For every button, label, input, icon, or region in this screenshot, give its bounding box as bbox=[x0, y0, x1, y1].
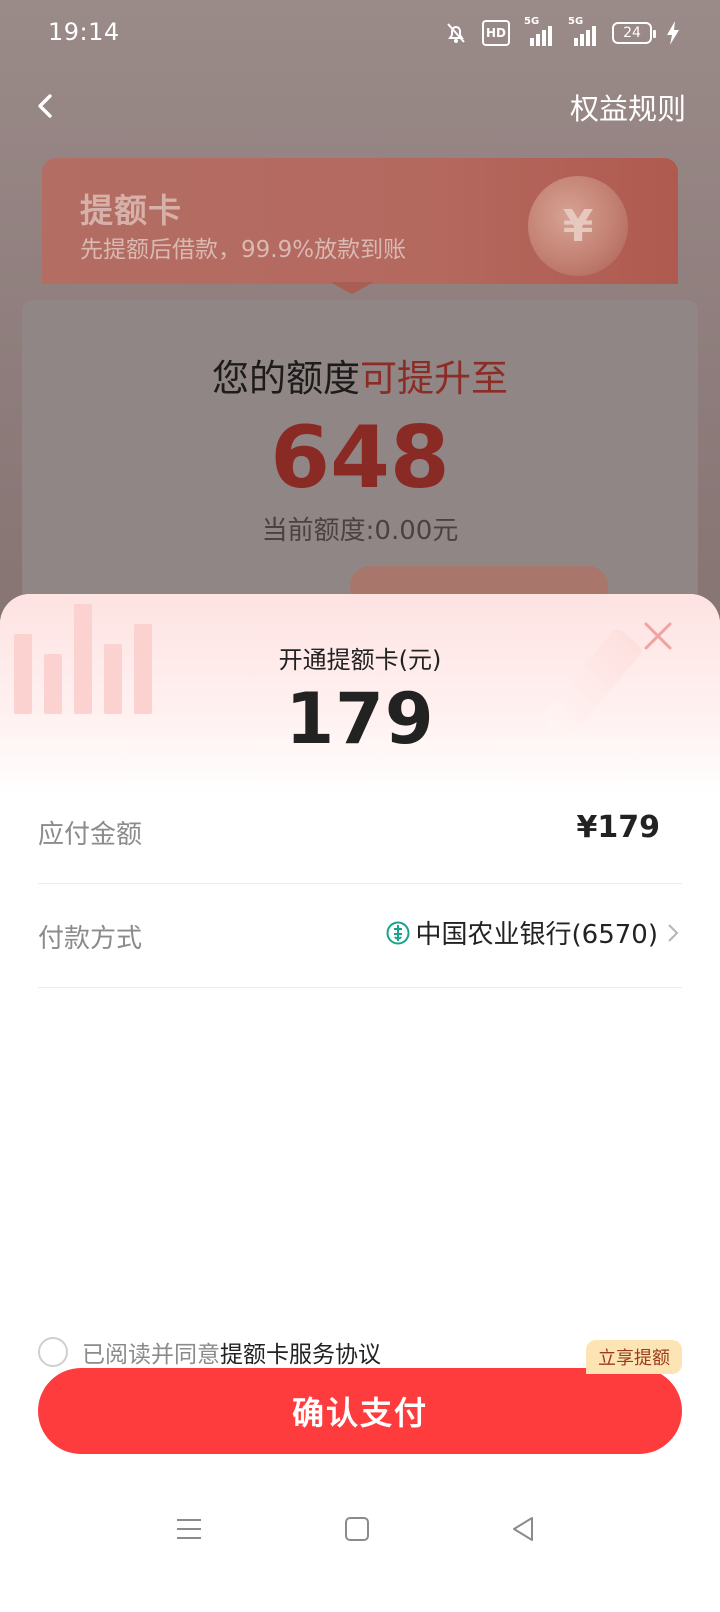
payment-method-label: 付款方式 bbox=[38, 924, 143, 954]
back-button[interactable] bbox=[26, 84, 70, 128]
instant-boost-badge: 立享提额 bbox=[586, 1340, 682, 1374]
current-quota: 当前额度:0.00元 bbox=[261, 516, 459, 546]
yuan-coin-icon: ¥ bbox=[528, 176, 628, 276]
sheet-amount: 179 bbox=[285, 678, 435, 760]
payment-method-value[interactable]: 中国农业银行(6570) bbox=[386, 914, 682, 951]
quota-card: 您的额度可提升至 648 当前额度:0.00元 bbox=[22, 300, 698, 620]
agreement-checkbox[interactable] bbox=[38, 1337, 68, 1367]
chevron-right-icon bbox=[668, 923, 679, 942]
abc-bank-icon bbox=[386, 921, 410, 944]
rules-link[interactable]: 权益规则 bbox=[570, 86, 686, 128]
agreement-text: 已阅读并同意 bbox=[82, 1342, 220, 1368]
mute-bell-icon bbox=[444, 20, 468, 46]
quota-title-highlight: 可提升至 bbox=[360, 357, 508, 400]
status-time: 19:14 bbox=[48, 18, 120, 46]
sheet-title: 开通提额卡(元) bbox=[278, 646, 442, 674]
payable-label: 应付金额 bbox=[38, 820, 143, 850]
agreement-link[interactable]: 提额卡服务协议 bbox=[220, 1335, 381, 1369]
banner-title: 提额卡 bbox=[80, 191, 182, 230]
home-icon[interactable] bbox=[340, 1512, 374, 1546]
hd-icon: HD bbox=[481, 20, 510, 46]
menu-icon[interactable] bbox=[172, 1512, 206, 1546]
banner-notch bbox=[330, 282, 374, 294]
charging-icon bbox=[666, 20, 680, 46]
quota-title: 您的额度可提升至 bbox=[22, 348, 698, 402]
back-triangle-icon[interactable] bbox=[506, 1512, 540, 1546]
system-nav-bar bbox=[0, 1500, 720, 1560]
signal-1-icon: 5G bbox=[524, 16, 554, 46]
quota-amount: 648 bbox=[270, 408, 450, 508]
payment-method-row[interactable]: 付款方式 中国农业银行(6570) bbox=[38, 884, 682, 988]
banner-subtitle: 先提额后借款，99.9%放款到账 bbox=[80, 237, 407, 263]
battery-icon: 24 bbox=[612, 22, 656, 44]
status-bar: 19:14 HD 5G 5G 24 bbox=[0, 0, 720, 64]
payment-screen: 19:14 HD 5G 5G 24 权益规则 提额卡 先提额后借款，99.9%放… bbox=[0, 0, 720, 1612]
signal-2-icon: 5G bbox=[568, 16, 598, 46]
card-banner: 提额卡 先提额后借款，99.9%放款到账 ¥ bbox=[42, 158, 678, 284]
bank-name: 中国农业银行(6570) bbox=[415, 920, 658, 950]
agreement: 已阅读并同意 提额卡服务协议 bbox=[38, 1336, 381, 1368]
payable-value: ¥179 bbox=[576, 810, 661, 845]
payable-row: 应付金额 ¥179 bbox=[38, 780, 682, 884]
confirm-pay-button[interactable]: 确认支付 bbox=[38, 1368, 682, 1454]
chevron-left-icon bbox=[38, 94, 52, 118]
payment-sheet: 开通提额卡(元) 179 应付金额 ¥179 付款方式 中国农业银行(6570)… bbox=[0, 594, 720, 1612]
status-icons: HD 5G 5G 24 bbox=[444, 16, 680, 46]
top-nav: 权益规则 bbox=[0, 76, 720, 136]
quota-title-prefix: 您的额度 bbox=[212, 357, 360, 400]
